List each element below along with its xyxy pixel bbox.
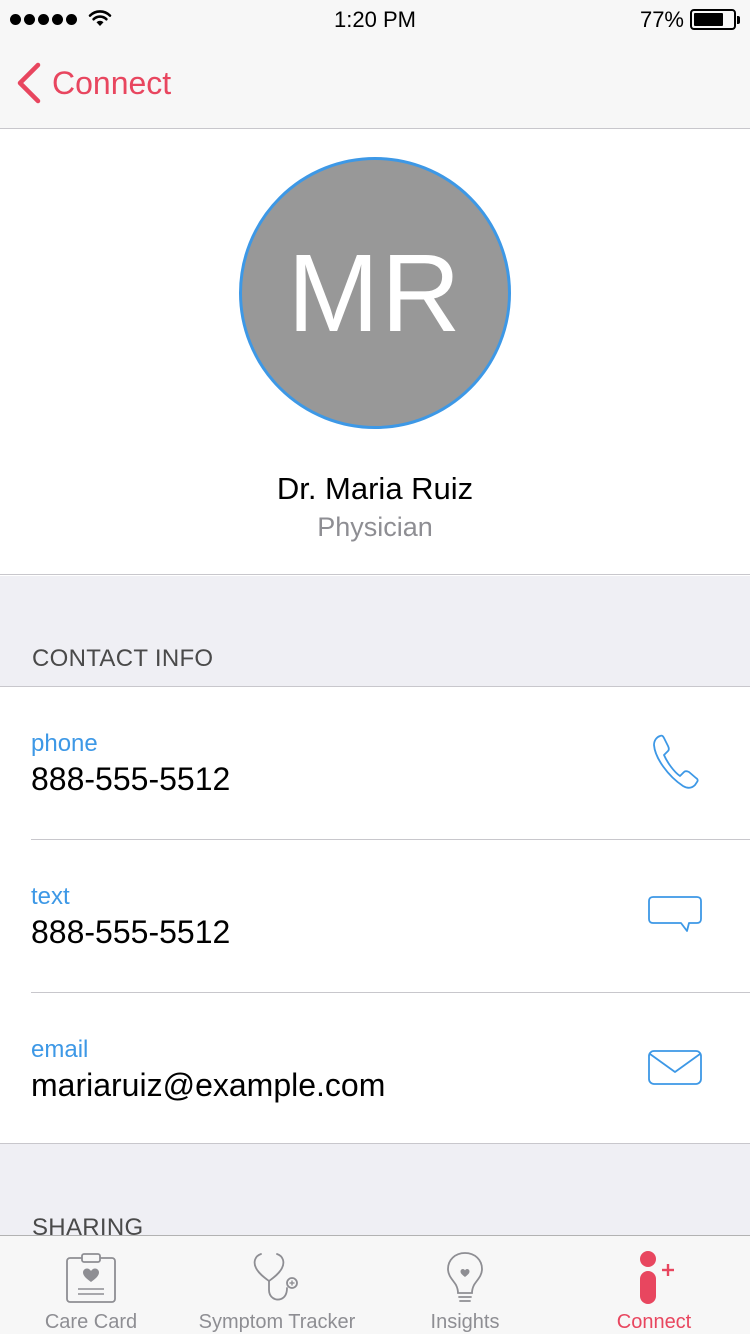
contact-row-label: email <box>31 1036 89 1063</box>
contact-role: Physician <box>317 512 433 542</box>
connect-icon <box>624 1248 684 1308</box>
navigation-bar: Connect <box>0 40 750 129</box>
message-button[interactable] <box>640 880 710 950</box>
contact-name: Dr. Maria Ruiz <box>276 471 474 506</box>
section-header-contact-info: CONTACT INFO <box>32 645 214 672</box>
chevron-left-icon <box>17 62 41 104</box>
back-button-label: Connect <box>52 64 172 101</box>
call-button[interactable] <box>640 727 710 797</box>
tab-connect[interactable]: Connect <box>558 1236 750 1334</box>
profile-header: MR Dr. Maria Ruiz Physician <box>0 129 750 575</box>
avatar-initials: MR <box>287 231 463 355</box>
battery-icon <box>690 9 740 30</box>
battery-level-fill <box>694 13 724 26</box>
contact-info-list: phone 888-555-5512 text 888-555-5512 ema… <box>0 686 750 1144</box>
tab-label: Insights <box>430 1311 500 1333</box>
tab-label: Care Card <box>44 1311 138 1333</box>
contact-row-phone[interactable]: phone 888-555-5512 <box>0 687 750 840</box>
email-button[interactable] <box>640 1033 710 1103</box>
stethoscope-icon <box>247 1248 307 1308</box>
tab-care-card[interactable]: Care Card <box>0 1236 182 1334</box>
tab-label: Symptom Tracker <box>198 1311 356 1333</box>
contact-row-text[interactable]: text 888-555-5512 <box>0 840 750 993</box>
back-button[interactable]: Connect <box>14 58 171 108</box>
tab-insights[interactable]: Insights <box>372 1236 558 1334</box>
envelope-icon <box>648 1050 702 1085</box>
contact-row-value: mariaruiz@example.com <box>31 1067 386 1103</box>
contact-row-value: 888-555-5512 <box>31 914 231 950</box>
tab-label: Connect <box>616 1311 692 1333</box>
contact-row-label: phone <box>31 730 98 757</box>
status-time: 1:20 PM <box>334 7 416 32</box>
avatar: MR <box>239 157 511 429</box>
contact-row-value: 888-555-5512 <box>31 761 231 797</box>
status-bar: 1:20 PM 77% <box>0 0 750 40</box>
lightbulb-icon <box>435 1248 495 1308</box>
battery-percentage: 77% <box>639 7 684 32</box>
tab-bar: Care Card Symptom Tracker Insights Conne… <box>0 1235 750 1334</box>
contact-row-email[interactable]: email mariaruiz@example.com <box>0 993 750 1146</box>
care-card-icon <box>61 1248 121 1308</box>
contact-row-label: text <box>31 883 70 910</box>
tab-symptom-tracker[interactable]: Symptom Tracker <box>182 1236 372 1334</box>
message-bubble-icon <box>648 896 702 932</box>
phone-icon <box>653 734 699 789</box>
